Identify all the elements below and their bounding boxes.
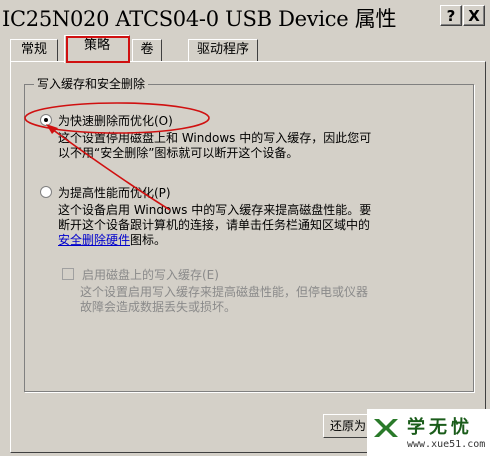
- performance-desc-line2: 断开这个设备跟计算机的连接，请单击任务栏通知区域中的: [58, 218, 371, 232]
- write-cache-label[interactable]: 启用磁盘上的写入缓存(E): [82, 266, 219, 283]
- quick-removal-desc-line1: 这个设置停用磁盘上和 Windows 中的写入缓存，因此您可: [58, 131, 372, 145]
- help-button[interactable]: ?: [440, 5, 462, 26]
- watermark-logo-icon: [374, 419, 398, 437]
- window-title: IC25N020 ATCS04-0 USB Device 属性: [2, 7, 397, 31]
- watermark-badge: 学无忧 www.xue51.com: [367, 409, 490, 456]
- performance-radio[interactable]: [40, 186, 52, 198]
- safely-remove-hardware-link[interactable]: 安全删除硬件: [58, 233, 130, 247]
- tab-general[interactable]: 常规: [10, 39, 58, 61]
- watermark-url: www.xue51.com: [407, 439, 486, 450]
- quick-removal-label[interactable]: 为快速删除而优化(O): [58, 112, 173, 129]
- title-bar[interactable]: IC25N020 ATCS04-0 USB Device 属性 ? X: [0, 0, 490, 34]
- quick-removal-radio[interactable]: [40, 114, 52, 126]
- watermark-name: 学无忧: [407, 417, 473, 438]
- tab-highlight-annotation: [66, 36, 130, 63]
- groupbox-label: 写入缓存和安全删除: [34, 75, 149, 92]
- radio-selected-dot: [44, 118, 48, 122]
- performance-desc-line3: 安全删除硬件图标。: [58, 233, 166, 248]
- close-button[interactable]: X: [463, 5, 485, 26]
- performance-desc-line3-suffix: 图标。: [130, 233, 167, 247]
- tab-driver[interactable]: 驱动程序: [188, 39, 258, 61]
- performance-label[interactable]: 为提高性能而优化(P): [58, 184, 171, 201]
- quick-removal-desc-line2: 以不用“安全删除”图标就可以断开这个设备。: [58, 146, 299, 160]
- write-cache-checkbox[interactable]: [62, 268, 74, 280]
- tab-volumes[interactable]: 卷: [132, 39, 162, 61]
- performance-desc-line1: 这个设备启用 Windows 中的写入缓存来提高磁盘性能。要: [58, 203, 372, 217]
- write-cache-desc-line2: 故障会造成数据丢失或损坏。: [80, 300, 237, 314]
- write-cache-desc-line1: 这个设置启用写入缓存来提高磁盘性能，但停电或仪器: [80, 285, 369, 299]
